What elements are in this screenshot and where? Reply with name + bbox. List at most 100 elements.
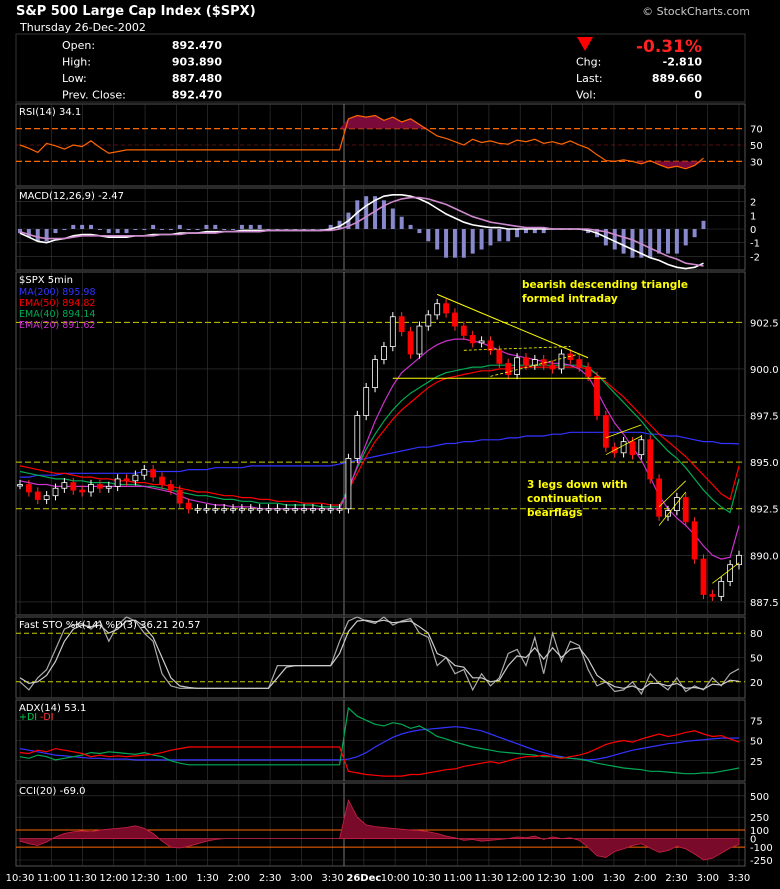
x-tick-label: 11:00 — [37, 873, 66, 884]
macd-histogram-bar — [97, 229, 102, 230]
candle-body — [718, 581, 725, 597]
x-tick-label: 10:00 — [381, 873, 410, 884]
candle-body — [549, 364, 556, 370]
y-tick-label: 250 — [750, 813, 769, 824]
candle-body — [105, 485, 112, 489]
y-tick-label: -2 — [750, 252, 760, 263]
candle-body — [292, 508, 299, 511]
macd-histogram-bar — [62, 229, 67, 230]
candle-body — [425, 314, 432, 327]
macd-histogram-bar — [248, 224, 253, 229]
candle-body — [283, 508, 290, 511]
macd-histogram-bar — [701, 220, 706, 229]
candle-body — [79, 489, 86, 493]
x-tick-label: 12:00 — [506, 873, 535, 884]
panel-title: RSI(14) 34.1 — [19, 107, 81, 118]
candle-body — [70, 482, 77, 491]
macd-histogram-bar — [35, 229, 40, 242]
macd-histogram-bar — [257, 224, 262, 229]
y-tick-label: 80 — [750, 629, 763, 640]
x-tick-label: 1:00 — [571, 873, 593, 884]
y-tick-label: 1 — [750, 211, 756, 222]
quote-value: 887.480 — [172, 72, 222, 85]
quote-value: 889.660 — [652, 72, 702, 85]
macd-histogram-bar — [488, 229, 493, 246]
macd-histogram-bar — [435, 229, 440, 250]
annotation-bearflag: 3 legs down with — [527, 479, 627, 491]
candle-body — [372, 359, 378, 388]
macd-histogram-bar — [674, 229, 679, 254]
y-tick-label: 895.0 — [750, 458, 779, 469]
candle-body — [389, 316, 396, 347]
macd-histogram-bar — [417, 229, 422, 234]
macd-histogram-bar — [470, 229, 475, 254]
x-tick-label: 3:30 — [728, 873, 750, 884]
x-axis: 10:30 11:00 11:30 12:00 12:30 1:00 1:30 2:00 2:3… — [6, 873, 751, 884]
macd-histogram-bar — [222, 229, 227, 230]
panel-1: 2 1 0 -1 -2 MACD(12,26,9) -2.47 — [15, 187, 760, 271]
candle-body — [558, 353, 565, 370]
y-tick-label: 892.5 — [750, 505, 779, 516]
quote-label: Open: — [62, 39, 95, 52]
macd-histogram-bar — [71, 224, 76, 229]
panel-0: 70 50 30 RSI(14) 34.1 — [15, 103, 763, 187]
candle-body — [256, 508, 263, 511]
candle-body — [114, 478, 121, 487]
macd-histogram-bar — [133, 229, 138, 230]
macd-histogram-bar — [444, 229, 449, 258]
candle-body — [159, 476, 165, 485]
macd-histogram-bar — [683, 229, 688, 246]
annotation-triangle: bearish descending triangle — [522, 279, 688, 291]
candle-body — [656, 478, 663, 517]
quote-label: Low: — [62, 72, 87, 85]
y-tick-label: 50 — [750, 737, 763, 748]
y-tick-label: 0 — [750, 225, 756, 236]
candle-body — [594, 375, 600, 416]
candle-body — [602, 415, 609, 448]
quote-value: -2.810 — [663, 56, 703, 69]
macd-histogram-bar — [151, 224, 156, 229]
panel-title: ADX(14) 53.1 — [19, 703, 86, 714]
candle-body — [123, 478, 130, 482]
candle-body — [620, 441, 627, 454]
panel-title: CCI(20) -69.0 — [19, 786, 86, 797]
candle-body — [665, 510, 671, 517]
x-tick-label: 12:30 — [537, 873, 566, 884]
candle-body — [221, 508, 228, 511]
candle-body — [576, 359, 583, 368]
candle-body — [363, 387, 370, 416]
candle-body — [443, 303, 449, 314]
quote-value: 892.470 — [172, 89, 222, 102]
quote-label: Vol: — [576, 89, 596, 102]
x-tick-label: 1:00 — [165, 873, 187, 884]
macd-histogram-bar — [408, 224, 413, 229]
macd-histogram-bar — [124, 229, 129, 234]
candle-body — [709, 594, 716, 597]
macd-histogram-bar — [115, 229, 120, 234]
stock-chart: S&P 500 Large Cap Index ($SPX) © StockCh… — [0, 0, 780, 889]
macd-histogram-bar — [142, 229, 147, 230]
macd-histogram-bar — [399, 216, 404, 229]
candle-body — [398, 316, 405, 333]
y-tick-label: 890.0 — [750, 551, 779, 562]
candle-body — [141, 469, 148, 476]
macd-histogram-bar — [461, 229, 466, 258]
macd-histogram-bar — [89, 224, 94, 229]
y-tick-label: 887.5 — [750, 598, 779, 609]
candle-body — [452, 312, 458, 327]
candle-body — [150, 469, 157, 478]
x-tick-label: 3:00 — [290, 873, 312, 884]
candle-body — [514, 357, 520, 375]
candle-body — [17, 484, 23, 487]
y-tick-label: 70 — [750, 125, 763, 136]
x-tick-label: 2:30 — [665, 873, 687, 884]
candle-body — [434, 303, 441, 316]
panel-4: 755025+DI -DIADX(14) 53.1 — [15, 699, 763, 782]
x-tick-label: 11:30 — [474, 873, 503, 884]
legend-entry: EMA(20) 891.62 — [19, 320, 95, 331]
candle-body — [274, 508, 281, 511]
macd-histogram-bar — [44, 229, 49, 242]
y-tick-label: 20 — [750, 678, 763, 689]
candle-body — [43, 495, 50, 500]
candle-body — [682, 497, 689, 523]
